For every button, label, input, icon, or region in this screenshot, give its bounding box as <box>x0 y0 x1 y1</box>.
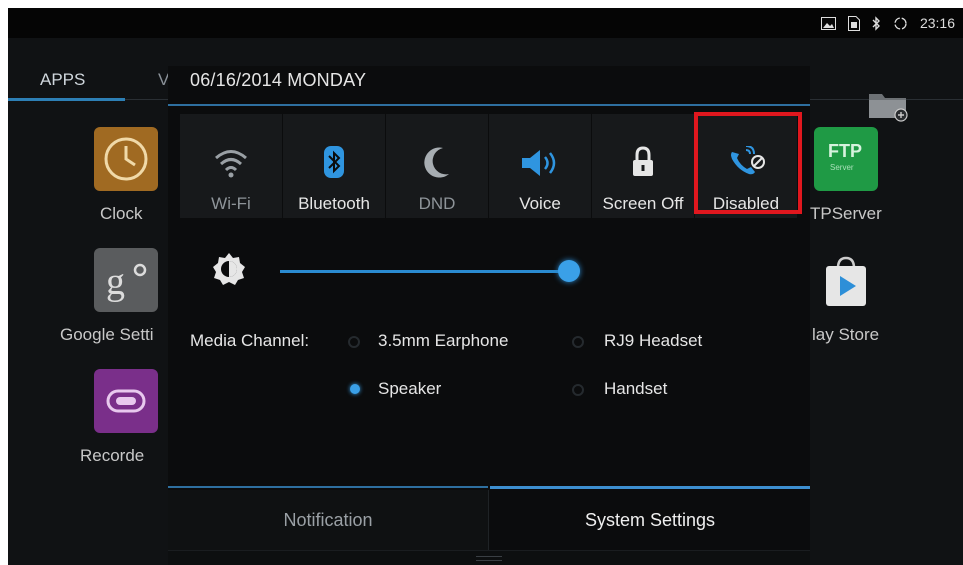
tab-divider <box>168 486 488 488</box>
tab-indicator <box>8 98 125 101</box>
tile-bluetooth[interactable]: Bluetooth <box>283 114 385 218</box>
ftp-server-icon[interactable]: FTP Server <box>814 127 878 191</box>
radio-handset[interactable] <box>572 384 584 396</box>
app-label-ftp-server: TPServer <box>810 204 882 223</box>
tile-label-dnd: DND <box>418 194 456 213</box>
tab-indicator-active <box>490 486 810 489</box>
date-header: 06/16/2014 MONDAY <box>190 70 367 90</box>
quick-settings-panel: 06/16/2014 MONDAY Wi-Fi Bluetooth DND Vo… <box>168 66 810 565</box>
radio-rj9-headset[interactable] <box>572 336 584 348</box>
tab-system-settings[interactable]: System Settings <box>490 490 810 550</box>
panel-divider <box>168 104 810 106</box>
app-label-clock: Clock <box>100 204 143 223</box>
tile-screen-off[interactable]: Screen Off <box>592 114 694 218</box>
play-store-icon[interactable] <box>814 248 878 312</box>
tile-dnd[interactable]: DND <box>386 114 488 218</box>
tab-notification[interactable]: Notification <box>168 490 488 550</box>
google-settings-icon[interactable]: g <box>94 248 158 312</box>
wifi-icon <box>214 122 248 178</box>
app-label-recorder: Recorde <box>80 446 145 465</box>
option-earphone[interactable]: 3.5mm Earphone <box>378 331 508 351</box>
lock-icon <box>631 122 655 178</box>
app-label-google-settings: Google Setti <box>60 325 154 344</box>
image-icon <box>820 16 836 30</box>
option-handset[interactable]: Handset <box>604 379 667 399</box>
bluetooth-icon <box>324 122 344 178</box>
clock-icon[interactable] <box>94 127 158 191</box>
brightness-icon <box>212 252 246 291</box>
status-bar: 23:16 <box>820 8 963 38</box>
brightness-slider-track[interactable] <box>280 270 569 273</box>
svg-text:g: g <box>106 261 125 303</box>
app-label-play-store: lay Store <box>812 325 880 344</box>
radio-earphone[interactable] <box>348 336 360 348</box>
folder-add-icon[interactable] <box>868 90 910 127</box>
radio-speaker[interactable] <box>350 384 360 394</box>
tile-label-bluetooth: Bluetooth <box>298 194 370 213</box>
tile-voice[interactable]: Voice <box>489 114 591 218</box>
tile-label-wifi: Wi-Fi <box>211 194 251 213</box>
tile-label-voice: Voice <box>519 194 561 213</box>
tab-separator <box>488 490 489 550</box>
drag-handle-icon[interactable] <box>476 556 502 564</box>
option-rj9-headset[interactable]: RJ9 Headset <box>604 331 702 351</box>
option-speaker[interactable]: Speaker <box>378 379 441 399</box>
brightness-slider-thumb[interactable] <box>558 260 580 282</box>
media-channel-label: Media Channel: <box>190 331 310 350</box>
sim-icon <box>847 15 860 31</box>
tile-wifi[interactable]: Wi-Fi <box>180 114 282 218</box>
speaker-icon <box>520 122 560 178</box>
tab-apps[interactable]: APPS <box>40 70 85 90</box>
moon-icon <box>423 122 451 178</box>
clock-time: 23:16 <box>919 15 955 31</box>
tile-label-screen-off: Screen Off <box>602 194 684 213</box>
ftp-icon-text: FTP <box>828 141 862 161</box>
ftp-icon-subtext: Server <box>830 163 854 172</box>
highlight-box <box>694 112 802 214</box>
device-screen: 23:16 APPS V Clock g Google Setti Record… <box>8 8 963 565</box>
sync-icon <box>893 16 908 31</box>
bluetooth-icon <box>872 15 881 31</box>
recorder-icon[interactable] <box>94 369 158 433</box>
